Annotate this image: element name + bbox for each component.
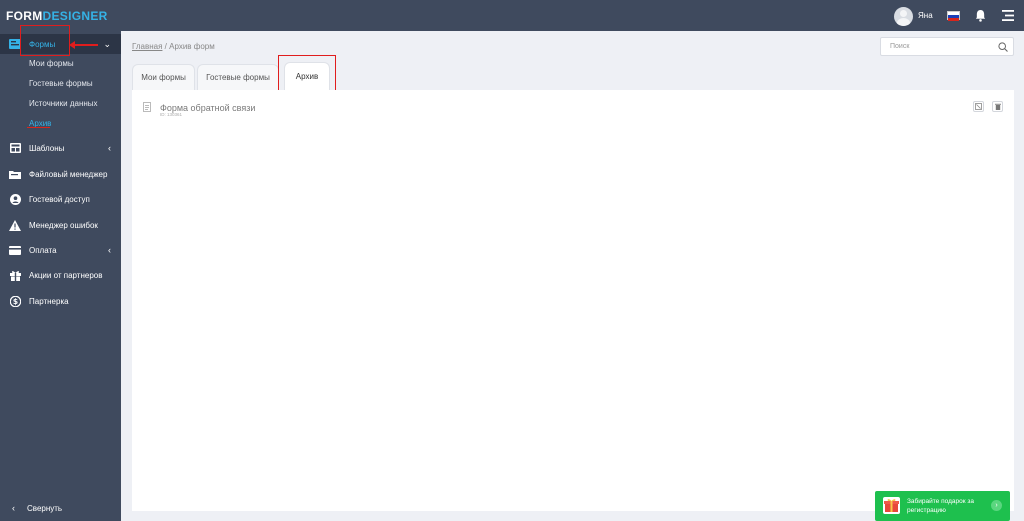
menu-icon[interactable]: [1002, 10, 1014, 21]
restore-button[interactable]: [973, 101, 984, 112]
collapse-sidebar-button[interactable]: ‹ Свернуть: [12, 503, 62, 513]
username[interactable]: Яна: [918, 11, 933, 20]
form-id: ID: 130361: [160, 112, 183, 117]
sidebar-item-templates[interactable]: Шаблоны ‹: [0, 138, 121, 158]
breadcrumb: Главная / Архив форм: [132, 42, 215, 51]
annotation-arrow: [69, 41, 98, 49]
chevron-down-icon: ⌄: [103, 39, 111, 49]
top-bar: FORMDESIGNER Яна: [0, 0, 1024, 31]
app-logo[interactable]: FORMDESIGNER: [6, 9, 108, 23]
guest-icon: [9, 193, 21, 205]
ru-flag-icon[interactable]: [947, 11, 960, 21]
restore-icon: [975, 103, 982, 110]
chevron-left-icon: ‹: [12, 503, 15, 513]
chevron-left-icon: ‹: [108, 245, 111, 255]
sidebar-item-error-manager[interactable]: Менеджер ошибок: [0, 215, 121, 235]
bell-icon[interactable]: [975, 9, 986, 22]
folder-icon: [9, 168, 21, 180]
promo-text: Забирайте подарок за регистрацию: [907, 498, 974, 514]
trash-icon: [994, 103, 1001, 110]
avatar[interactable]: [894, 7, 913, 26]
sidebar-subitem-guest-forms[interactable]: Гостевые формы: [29, 79, 93, 88]
sidebar: Формы ⌄ Мои формы Гостевые формы Источни…: [0, 25, 121, 521]
tab-my-forms[interactable]: Мои формы: [132, 64, 195, 90]
sidebar-subitem-data-sources[interactable]: Источники данных: [29, 99, 98, 108]
collapse-label: Свернуть: [27, 503, 63, 513]
tab-guest-forms[interactable]: Гостевые формы: [197, 64, 279, 90]
archive-panel: [132, 90, 1014, 511]
chevron-left-icon: ‹: [108, 143, 111, 153]
gift-icon: [883, 497, 900, 514]
sidebar-item-payment[interactable]: Оплата ‹: [0, 240, 121, 260]
search-input[interactable]: Поиск: [880, 37, 1014, 56]
sidebar-subitem-my-forms[interactable]: Мои формы: [29, 59, 74, 68]
sidebar-item-file-manager[interactable]: Файловый менеджер: [0, 164, 121, 184]
svg-text:$: $: [12, 297, 17, 306]
payment-icon: [9, 244, 21, 256]
annotation-underline: [27, 127, 50, 128]
sidebar-item-guest-access[interactable]: Гостевой доступ: [0, 189, 121, 209]
dollar-icon: $: [9, 295, 21, 307]
warning-icon: [9, 219, 21, 231]
promo-banner[interactable]: Забирайте подарок за регистрацию ›: [875, 491, 1010, 521]
templates-icon: [9, 142, 21, 154]
arrow-right-icon[interactable]: ›: [991, 500, 1002, 511]
delete-button[interactable]: [992, 101, 1003, 112]
breadcrumb-home-link[interactable]: Главная: [132, 42, 162, 51]
breadcrumb-current: Архив форм: [169, 42, 215, 51]
annotation-box-forms: [20, 25, 70, 56]
search-icon[interactable]: [998, 42, 1008, 52]
sidebar-item-partner-offers[interactable]: Акции от партнеров: [0, 265, 121, 285]
sidebar-item-affiliate[interactable]: $ Партнерка: [0, 291, 121, 311]
gift-icon: [9, 269, 21, 281]
document-icon: [143, 102, 151, 112]
